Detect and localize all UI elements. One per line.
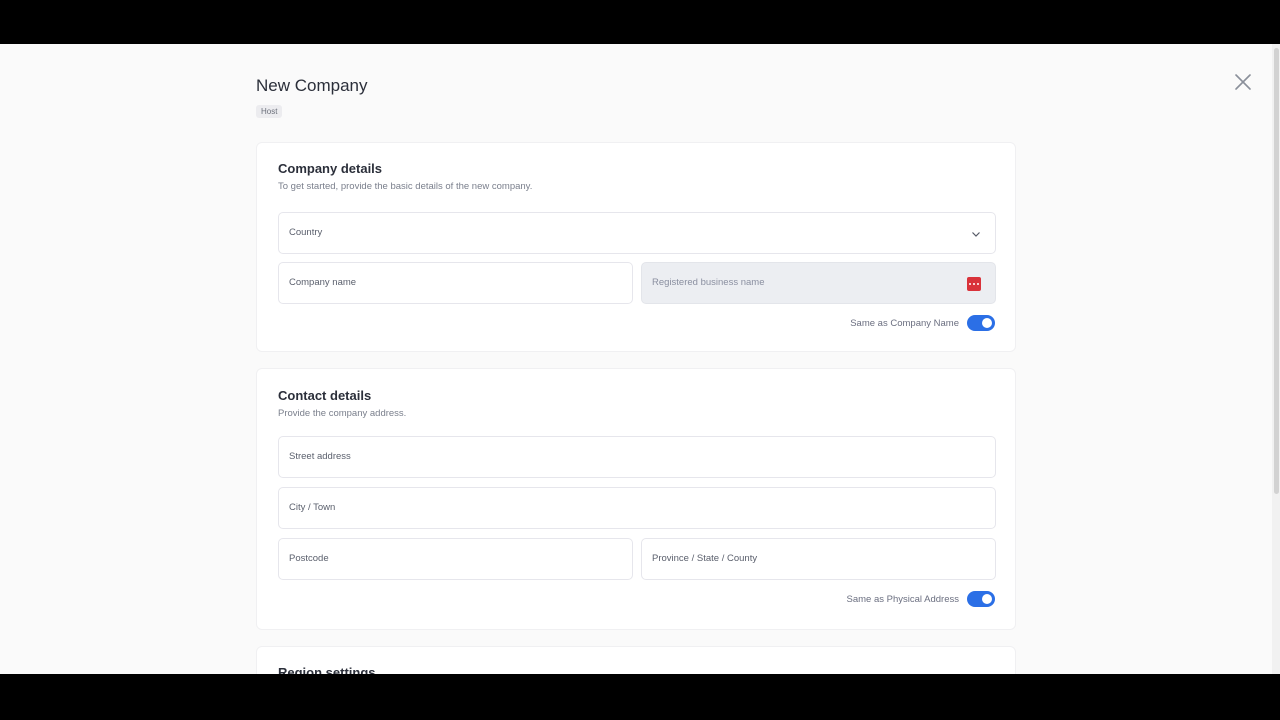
region-settings-title: Region settings <box>278 665 376 674</box>
same-as-company-name-label: Same as Company Name <box>850 317 959 329</box>
region-settings-card: Region settings <box>256 646 1016 674</box>
province-state-county-label: Province / State / County <box>652 553 758 564</box>
contact-details-card: Contact details Provide the company addr… <box>256 368 1016 630</box>
street-address-label: Street address <box>289 451 351 462</box>
province-state-county-input[interactable]: Province / State / County <box>641 538 996 580</box>
chevron-down-icon <box>972 232 980 237</box>
city-town-input[interactable]: City / Town <box>278 487 996 529</box>
more-dots-icon[interactable] <box>967 277 981 291</box>
company-name-input[interactable]: Company name <box>278 262 633 304</box>
close-button[interactable] <box>1233 72 1253 92</box>
page-viewport: New Company Host Company details To get … <box>0 44 1280 674</box>
country-label: Country <box>289 227 323 238</box>
registered-business-name-input[interactable]: Registered business name <box>641 262 996 304</box>
same-as-physical-address-label: Same as Physical Address <box>846 593 959 605</box>
company-name-label: Company name <box>289 277 357 288</box>
country-select[interactable]: Country <box>278 212 996 254</box>
toggle-knob <box>982 318 992 328</box>
same-as-physical-address-row: Same as Physical Address <box>847 591 995 607</box>
page-title: New Company <box>256 76 368 95</box>
company-details-title: Company details <box>278 161 383 176</box>
host-tag: Host <box>256 105 283 118</box>
toggle-knob <box>982 594 992 604</box>
close-icon <box>1235 74 1251 90</box>
street-address-input[interactable]: Street address <box>278 436 996 478</box>
company-details-subtitle: To get started, provide the basic detail… <box>278 181 533 192</box>
scrollbar[interactable] <box>1272 44 1280 674</box>
contact-details-title: Contact details <box>278 388 372 403</box>
city-town-label: City / Town <box>289 502 336 513</box>
company-details-card: Company details To get started, provide … <box>256 142 1016 352</box>
contact-details-subtitle: Provide the company address. <box>278 408 407 419</box>
same-as-physical-address-toggle[interactable] <box>967 591 995 607</box>
scrollbar-thumb[interactable] <box>1274 48 1279 494</box>
same-as-company-name-toggle[interactable] <box>967 315 995 331</box>
postcode-input[interactable]: Postcode <box>278 538 633 580</box>
same-as-company-name-row: Same as Company Name <box>850 315 995 331</box>
registered-business-name-label: Registered business name <box>652 277 765 288</box>
postcode-label: Postcode <box>289 553 329 564</box>
